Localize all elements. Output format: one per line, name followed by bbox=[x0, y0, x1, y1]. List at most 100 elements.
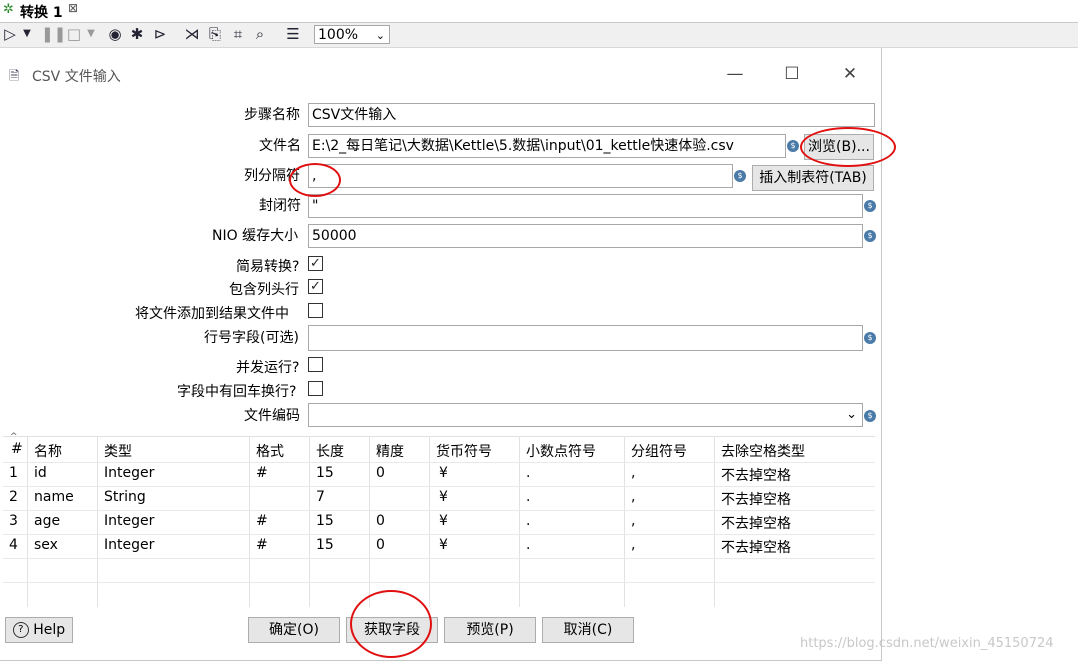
trim-type-cell[interactable]: 不去掉空格 bbox=[721, 513, 791, 533]
run-dropdown-icon[interactable]: ▼ bbox=[21, 25, 33, 43]
dialog-titlebar: 🗎 CSV 文件输入 — ☐ ✕ bbox=[0, 48, 881, 104]
field-type-cell[interactable]: Integer bbox=[104, 465, 154, 481]
group-cell[interactable]: , bbox=[631, 537, 635, 553]
step-name-input[interactable]: CSV文件输入 bbox=[308, 103, 875, 127]
close-icon[interactable]: ⊠ bbox=[68, 1, 78, 15]
tab-label: 转换 1 bbox=[20, 5, 63, 21]
cancel-button[interactable]: 取消(C) bbox=[542, 617, 634, 643]
precision-cell[interactable]: 0 bbox=[376, 465, 385, 481]
field-type-cell[interactable]: Integer bbox=[104, 513, 154, 529]
insert-tab-button[interactable]: 插入制表符(TAB) bbox=[752, 165, 874, 191]
field-name-cell[interactable]: sex bbox=[34, 537, 58, 553]
col-header: 小数点符号 bbox=[526, 444, 596, 460]
table-row[interactable]: 4 sex Integer # 15 0 ¥ . , 不去掉空格 bbox=[3, 534, 875, 559]
preview-button[interactable]: 预览(P) bbox=[444, 617, 536, 643]
format-cell[interactable]: # bbox=[256, 465, 268, 481]
currency-cell[interactable]: ¥ bbox=[439, 465, 448, 481]
csv-file-icon: 🗎 bbox=[9, 69, 20, 84]
tab-transform-1[interactable]: ✲ 转换 1 ⊠ bbox=[0, 0, 88, 22]
decimal-cell[interactable]: . bbox=[526, 489, 530, 505]
dialog-title: CSV 文件输入 bbox=[32, 69, 121, 85]
precision-cell[interactable]: 0 bbox=[376, 513, 385, 529]
stop-dropdown-icon[interactable]: ▼ bbox=[85, 25, 97, 43]
header-row-label: 包含列头行 bbox=[229, 282, 299, 298]
currency-cell[interactable]: ¥ bbox=[439, 537, 448, 553]
currency-cell[interactable]: ¥ bbox=[439, 513, 448, 529]
length-cell[interactable]: 7 bbox=[316, 489, 325, 505]
field-name-cell[interactable]: name bbox=[34, 489, 74, 505]
parallel-label: 并发运行? bbox=[236, 360, 300, 376]
decimal-cell[interactable]: . bbox=[526, 513, 530, 529]
table-row[interactable]: 3 age Integer # 15 0 ¥ . , 不去掉空格 bbox=[3, 510, 875, 535]
stop-icon[interactable]: □ bbox=[65, 25, 83, 43]
encoding-select[interactable]: ⌄ bbox=[308, 403, 863, 427]
replay-icon[interactable]: ⊳ bbox=[151, 25, 169, 43]
field-name-cell[interactable]: id bbox=[34, 465, 47, 481]
header-row-checkbox[interactable]: ✓ bbox=[308, 279, 323, 294]
table-row[interactable]: 2 name String 7 ¥ . , 不去掉空格 bbox=[3, 486, 875, 511]
precision-cell[interactable]: 0 bbox=[376, 537, 385, 553]
lazy-conversion-label: 简易转换? bbox=[236, 259, 300, 275]
chevron-down-icon: ⌄ bbox=[846, 407, 857, 422]
decimal-cell[interactable]: . bbox=[526, 537, 530, 553]
pause-icon[interactable]: ❚❚ bbox=[41, 25, 66, 43]
field-type-cell[interactable]: String bbox=[104, 489, 146, 505]
row-number: 3 bbox=[9, 513, 18, 529]
row-number: 4 bbox=[9, 537, 18, 553]
lazy-conversion-checkbox[interactable]: ✓ bbox=[308, 256, 323, 271]
newline-checkbox[interactable] bbox=[308, 381, 323, 396]
add-result-label: 将文件添加到结果文件中 bbox=[135, 306, 289, 322]
verify-icon[interactable]: ⋊ bbox=[183, 25, 201, 43]
watermark: https://blog.csdn.net/weixin_45150724 bbox=[800, 636, 1054, 651]
length-cell[interactable]: 15 bbox=[316, 465, 334, 481]
col-header: 类型 bbox=[104, 444, 132, 460]
table-row[interactable] bbox=[3, 558, 875, 583]
format-cell[interactable]: # bbox=[256, 513, 268, 529]
field-name-cell[interactable]: age bbox=[34, 513, 60, 529]
sql-icon[interactable]: ⌗ bbox=[229, 25, 247, 43]
explore-db-icon[interactable]: ⌕ bbox=[251, 25, 269, 43]
parallel-checkbox[interactable] bbox=[308, 357, 323, 372]
enclosure-label: 封闭符 bbox=[259, 198, 301, 214]
preview-icon[interactable]: ◉ bbox=[106, 25, 124, 43]
encoding-label: 文件编码 bbox=[244, 408, 300, 424]
nio-buffer-input[interactable]: 50000 bbox=[308, 224, 863, 248]
trim-type-cell[interactable]: 不去掉空格 bbox=[721, 537, 791, 557]
delimiter-input[interactable]: , bbox=[308, 164, 733, 188]
group-cell[interactable]: , bbox=[631, 513, 635, 529]
length-cell[interactable]: 15 bbox=[316, 537, 334, 553]
trim-type-cell[interactable]: 不去掉空格 bbox=[721, 489, 791, 509]
table-row[interactable] bbox=[3, 582, 875, 606]
field-type-cell[interactable]: Integer bbox=[104, 537, 154, 553]
group-cell[interactable]: , bbox=[631, 465, 635, 481]
minimize-button[interactable]: — bbox=[723, 62, 747, 86]
tab-bar: ✲ 转换 1 ⊠ bbox=[0, 0, 1078, 23]
col-header: 去除空格类型 bbox=[721, 444, 805, 460]
table-header-row: # 名称 类型 格式 长度 精度 货币符号 小数点符号 分组符号 去除空格类型 bbox=[3, 438, 875, 463]
ok-button[interactable]: 确定(O) bbox=[248, 617, 340, 643]
variable-icon: $ bbox=[734, 170, 746, 182]
run-icon[interactable]: ▷ bbox=[1, 25, 19, 43]
grid-icon[interactable]: ☰ bbox=[284, 25, 302, 43]
trim-type-cell[interactable]: 不去掉空格 bbox=[721, 465, 791, 485]
debug-icon[interactable]: ✱ bbox=[128, 25, 146, 43]
decimal-cell[interactable]: . bbox=[526, 465, 530, 481]
currency-cell[interactable]: ¥ bbox=[439, 489, 448, 505]
close-button[interactable]: ✕ bbox=[838, 62, 862, 86]
table-row[interactable]: 1 id Integer # 15 0 ¥ . , 不去掉空格 bbox=[3, 462, 875, 487]
nio-buffer-label: NIO 缓存大小 bbox=[212, 228, 299, 244]
maximize-button[interactable]: ☐ bbox=[780, 62, 804, 86]
zoom-select[interactable]: 100% ⌄ bbox=[314, 25, 390, 44]
col-header: 格式 bbox=[256, 444, 284, 460]
analyze-icon[interactable]: ⎘ bbox=[206, 25, 224, 43]
enclosure-input[interactable]: " bbox=[308, 194, 863, 218]
rownum-field-input[interactable] bbox=[308, 325, 863, 351]
add-result-checkbox[interactable] bbox=[308, 303, 323, 318]
length-cell[interactable]: 15 bbox=[316, 513, 334, 529]
format-cell[interactable]: # bbox=[256, 537, 268, 553]
filename-input[interactable]: E:\2_每日笔记\大数据\Kettle\5.数据\input\01_kettl… bbox=[308, 134, 786, 158]
col-header: 名称 bbox=[34, 444, 62, 460]
group-cell[interactable]: , bbox=[631, 489, 635, 505]
transform-icon: ✲ bbox=[3, 2, 14, 17]
help-button[interactable]: ? Help bbox=[5, 617, 73, 643]
